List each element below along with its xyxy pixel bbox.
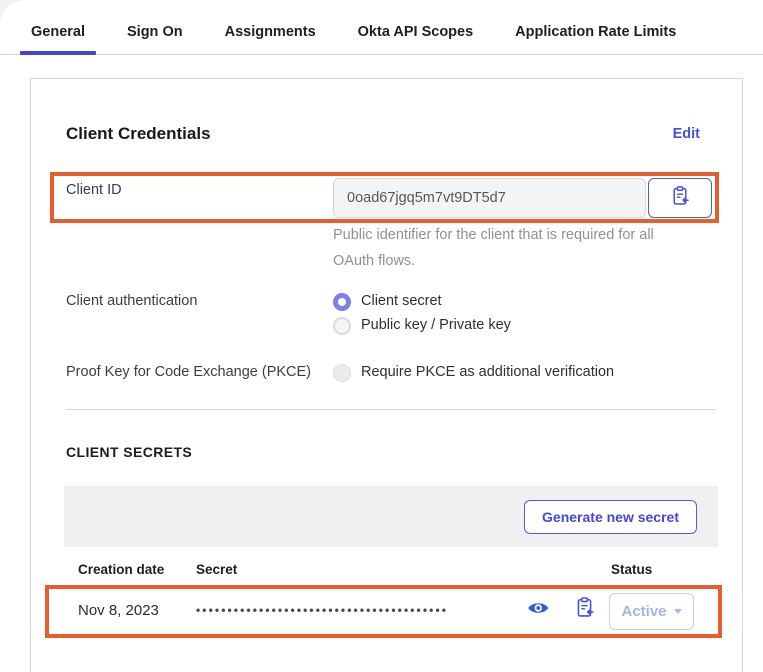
edit-link[interactable]: Edit <box>673 126 700 142</box>
client-secret-radio[interactable] <box>333 293 351 311</box>
tab-bar: General Sign On Assignments Okta API Sco… <box>27 22 680 53</box>
client-secret-radio-label[interactable]: Client secret <box>361 293 442 309</box>
secret-creation-date: Nov 8, 2023 <box>78 602 159 619</box>
caret-down-icon <box>674 609 682 614</box>
column-header-secret: Secret <box>196 562 237 577</box>
generate-new-secret-button[interactable]: Generate new secret <box>524 500 697 534</box>
client-secrets-toolbar: Generate new secret <box>64 486 718 547</box>
status-label: Active <box>621 603 666 620</box>
tab-application-rate-limits[interactable]: Application Rate Limits <box>511 22 680 53</box>
client-authentication-label: Client authentication <box>66 293 197 309</box>
client-id-label: Client ID <box>66 182 122 198</box>
tab-okta-api-scopes[interactable]: Okta API Scopes <box>354 22 478 53</box>
client-id-help-text: Public identifier for the client that is… <box>333 222 669 274</box>
require-pkce-checkbox[interactable] <box>333 364 351 382</box>
tab-general[interactable]: General <box>27 22 89 53</box>
secret-status-dropdown[interactable]: Active <box>609 593 694 630</box>
secret-masked-value: •••••••••••••••••••••••••••••••••••••••• <box>196 603 526 617</box>
clipboard-copy-icon <box>670 185 690 211</box>
okta-app-settings-page: General Sign On Assignments Okta API Sco… <box>0 0 763 672</box>
clipboard-copy-icon <box>574 605 595 622</box>
public-private-key-radio-label[interactable]: Public key / Private key <box>361 317 511 333</box>
client-secrets-title: CLIENT SECRETS <box>66 444 192 460</box>
copy-client-id-button[interactable] <box>648 178 712 218</box>
tab-sign-on[interactable]: Sign On <box>123 22 187 53</box>
section-divider <box>66 409 716 410</box>
tab-assignments[interactable]: Assignments <box>221 22 320 53</box>
tab-bar-divider <box>0 54 763 55</box>
copy-secret-button[interactable] <box>574 596 596 620</box>
eye-icon <box>527 603 550 620</box>
client-credentials-title: Client Credentials <box>66 124 211 144</box>
pkce-label: Proof Key for Code Exchange (PKCE) <box>66 364 311 380</box>
reveal-secret-button[interactable] <box>527 600 551 618</box>
client-id-field[interactable]: 0oad67jgq5m7vt9DT5d7 <box>333 178 646 218</box>
column-header-status: Status <box>611 562 652 577</box>
general-settings-card: Client Credentials Edit Client ID 0oad67… <box>30 78 743 672</box>
column-header-creation-date: Creation date <box>78 562 164 577</box>
public-private-key-radio[interactable] <box>333 317 351 335</box>
require-pkce-checkbox-label[interactable]: Require PKCE as additional verification <box>361 364 614 380</box>
